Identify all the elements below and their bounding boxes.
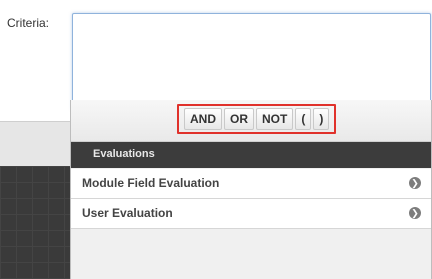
operator-toolbar: AND OR NOT ( ) [71,100,431,142]
evaluations-header-label: Evaluations [93,148,155,160]
module-field-evaluation-item[interactable]: Module Field Evaluation ❯ [71,169,431,199]
criteria-label: Criteria: [7,16,50,30]
chevron-right-circle-icon: ❯ [409,177,421,189]
close-paren-button[interactable]: ) [313,108,330,130]
operator-button-group: AND OR NOT ( ) [177,104,337,134]
and-button[interactable]: AND [184,108,222,130]
panel-empty-area [71,229,431,279]
criteria-dropdown-panel: AND OR NOT ( ) Evaluations Module Field … [70,100,432,279]
not-button[interactable]: NOT [256,108,294,130]
or-button[interactable]: OR [224,108,254,130]
list-item-label: Module Field Evaluation [82,176,220,190]
open-paren-button[interactable]: ( [295,108,312,130]
user-evaluation-item[interactable]: User Evaluation ❯ [71,199,431,229]
evaluations-header: Evaluations [71,142,431,168]
background-band [0,121,70,166]
chevron-right-circle-icon: ❯ [409,207,421,219]
list-item-label: User Evaluation [82,206,173,220]
background-grid [0,166,70,279]
criteria-input[interactable] [72,13,431,110]
